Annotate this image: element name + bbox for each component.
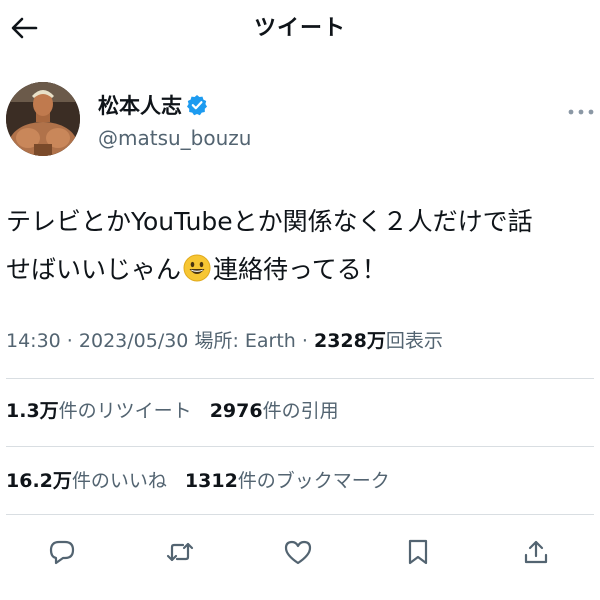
retweets-count: 1.3万 [6, 400, 59, 422]
likes-label: 件のいいね [71, 470, 167, 492]
meta-separator: · [295, 330, 314, 352]
quotes-count: 2976 [209, 400, 263, 422]
divider [6, 446, 594, 447]
divider [6, 514, 594, 515]
more-options-button[interactable] [566, 102, 596, 122]
bookmark-button[interactable] [398, 532, 438, 572]
bookmarks-count: 1312 [184, 470, 238, 492]
like-icon [284, 540, 312, 565]
quotes-label: 件の引用 [262, 400, 339, 422]
views-count: 2328万 [313, 330, 386, 352]
retweet-button[interactable] [160, 532, 200, 572]
tweet-author: 松本人志 @matsu_bouzu [0, 80, 600, 160]
bookmark-icon [408, 539, 428, 565]
divider [6, 378, 594, 379]
action-bar [0, 524, 600, 580]
avatar[interactable] [6, 82, 80, 156]
tweet-text-line-1: テレビとかYouTubeとか関係なく２人だけで話 [6, 207, 533, 236]
user-handle[interactable]: @matsu_bouzu [98, 126, 251, 150]
reply-button[interactable] [42, 532, 82, 572]
quotes-stat[interactable]: 2976件の引用 [210, 400, 339, 422]
tweet-text: テレビとかYouTubeとか関係なく２人だけで話 せばいいじゃん 連絡待ってる！ [6, 198, 596, 294]
more-dots-icon [568, 109, 594, 115]
tweet-time[interactable]: 14:30 [6, 330, 61, 352]
share-icon [524, 540, 548, 564]
like-bookmark-stats: 16.2万件のいいね 1312件のブックマーク [6, 466, 390, 493]
likes-stat[interactable]: 16.2万件のいいね [6, 470, 167, 492]
retweets-stat[interactable]: 1.3万件のリツイート [6, 400, 192, 422]
retweet-icon [166, 542, 194, 562]
share-button[interactable] [516, 532, 556, 572]
tweet-text-line-2-after: 連絡待ってる！ [213, 255, 387, 284]
views-label: 回表示 [385, 330, 443, 352]
likes-count: 16.2万 [6, 470, 72, 492]
tweet-text-line-2-before: せばいいじゃん [6, 255, 182, 284]
bookmarks-label: 件のブックマーク [237, 470, 390, 492]
verified-badge-icon [187, 95, 207, 116]
display-name[interactable]: 松本人志 [98, 90, 182, 120]
like-button[interactable] [278, 532, 318, 572]
tweet-meta: 14:30 · 2023/05/30 場所: Earth · 2328万回表示 [6, 326, 443, 353]
reply-icon [49, 540, 75, 565]
tweet-location: 場所: Earth [188, 330, 296, 352]
bookmarks-stat[interactable]: 1312件のブックマーク [185, 470, 390, 492]
smiley-face-emoji [183, 254, 211, 282]
top-bar: ツイート [0, 0, 600, 56]
retweet-quote-stats: 1.3万件のリツイート 2976件の引用 [6, 396, 339, 423]
meta-separator: · [60, 330, 79, 352]
retweets-label: 件のリツイート [58, 400, 192, 422]
name-row: 松本人志 [98, 90, 208, 120]
avatar-image [6, 82, 80, 156]
tweet-date[interactable]: 2023/05/30 [79, 330, 189, 352]
tweet-text-line-2: せばいいじゃん 連絡待ってる！ [6, 246, 596, 294]
page-title: ツイート [253, 16, 346, 41]
